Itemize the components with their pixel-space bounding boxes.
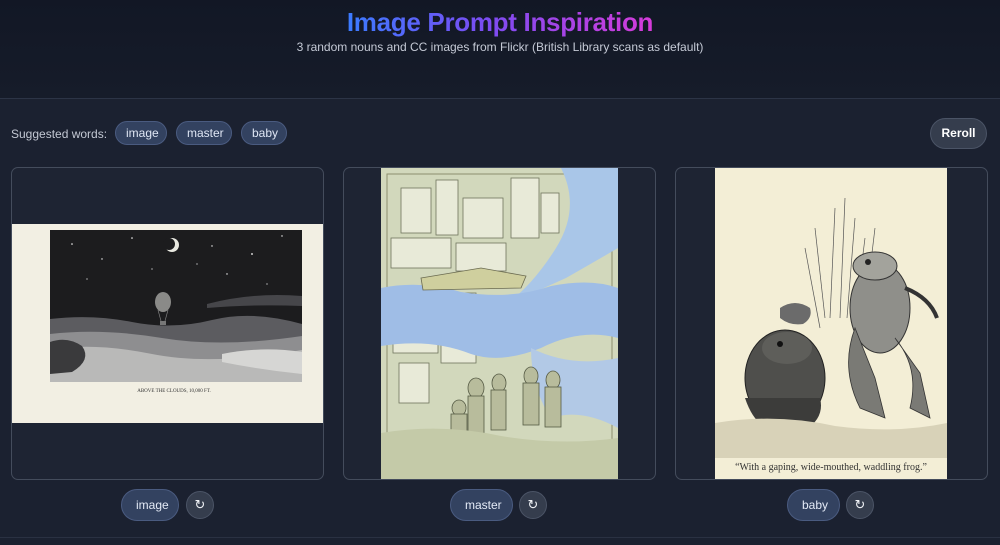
app-header: Image Prompt Inspiration 3 random nouns … (0, 0, 1000, 99)
frog-engraving-art: “With a gaping, wide-mouthed, waddling f… (715, 168, 947, 479)
card-word-button-master[interactable]: master (450, 489, 513, 521)
refresh-button-master[interactable]: ↻ (519, 491, 547, 519)
frog-engraving: “With a gaping, wide-mouthed, waddling f… (715, 168, 947, 479)
balloon-engraving-art: ABOVE THE CLOUDS, 10,000 FT. (50, 230, 302, 394)
image-card-image[interactable]: ABOVE THE CLOUDS, 10,000 FT. (11, 167, 324, 480)
medieval-city-illustration (381, 168, 618, 479)
refresh-button-baby[interactable]: ↻ (846, 491, 874, 519)
balloon-caption: ABOVE THE CLOUDS, 10,000 FT. (137, 389, 211, 394)
image-card-baby[interactable]: “With a gaping, wide-mouthed, waddling f… (675, 167, 988, 480)
suggestion-toolbar: Suggested words: image master baby Rerol… (0, 100, 1000, 165)
refresh-button-image[interactable]: ↻ (186, 491, 214, 519)
card-word-button-baby[interactable]: baby (787, 489, 840, 521)
bottom-divider (0, 537, 1000, 538)
page-title: Image Prompt Inspiration (346, 7, 654, 37)
refresh-icon: ↻ (194, 497, 206, 512)
frog-caption: “With a gaping, wide-mouthed, waddling f… (735, 462, 927, 473)
word-chip-baby[interactable]: baby (241, 121, 287, 145)
suggested-words-label: Suggested words: (11, 127, 108, 141)
image-card-master[interactable] (343, 167, 656, 480)
medieval-city-art (381, 168, 618, 479)
word-chip-master[interactable]: master (176, 121, 232, 145)
refresh-icon: ↻ (527, 497, 539, 512)
title-wrap: Image Prompt Inspiration (0, 7, 1000, 41)
page-subtitle: 3 random nouns and CC images from Flickr… (296, 40, 704, 54)
balloon-engraving: ABOVE THE CLOUDS, 10,000 FT. (12, 224, 323, 423)
refresh-icon: ↻ (854, 497, 866, 512)
card-word-button-image[interactable]: image (121, 489, 179, 521)
reroll-button[interactable]: Reroll (930, 118, 987, 149)
word-chip-image[interactable]: image (115, 121, 167, 145)
